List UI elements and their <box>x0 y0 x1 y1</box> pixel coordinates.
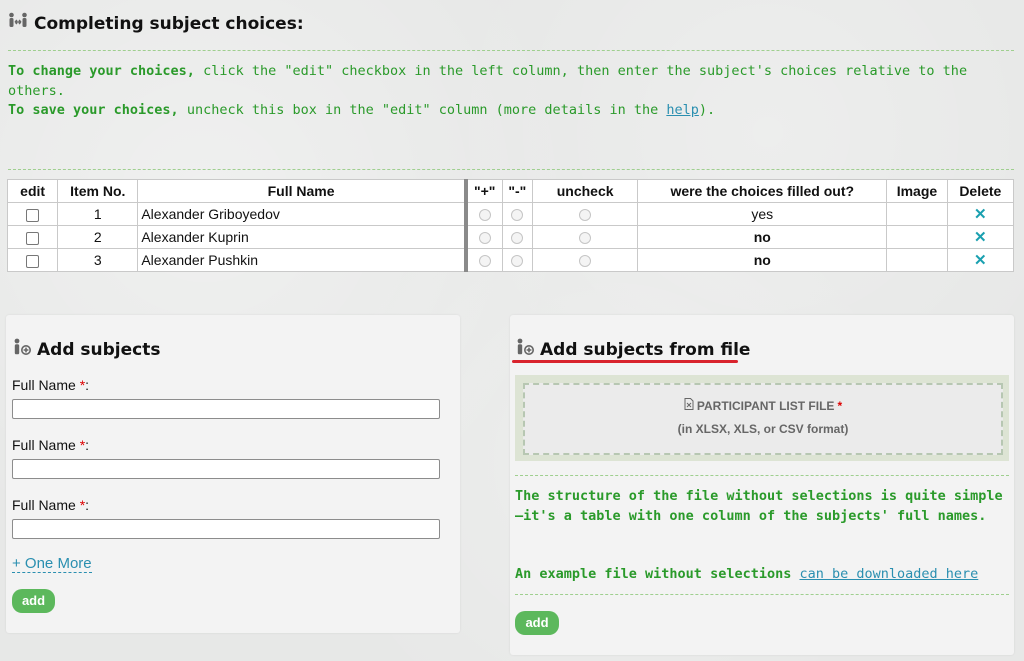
plus-cell <box>463 248 503 272</box>
col-delete: Delete <box>946 179 1015 203</box>
add-file-button[interactable]: add <box>515 611 559 635</box>
page-title-text: Completing subject choices: <box>34 13 304 34</box>
uncheck-radio[interactable] <box>579 255 592 268</box>
instructions: To change your choices, click the "edit"… <box>8 62 1008 121</box>
col-image: Image <box>886 179 948 203</box>
plus-radio[interactable] <box>478 209 491 222</box>
file-example-text: An example file without selections can b… <box>515 566 979 582</box>
col-minus: "-" <box>501 179 534 203</box>
divider <box>8 50 1014 51</box>
filled-cell: no <box>637 225 888 249</box>
subjects-table: edit Item No. Full Name "+" "-" uncheck … <box>6 179 1015 272</box>
person-add-icon <box>515 338 535 361</box>
file-dropzone[interactable]: PARTICIPANT LIST FILE * (in XLSX, XLS, or… <box>523 383 1003 455</box>
delete-icon[interactable]: ✕ <box>946 248 1015 272</box>
table-header-row: edit Item No. Full Name "+" "-" uncheck … <box>6 179 1015 203</box>
uncheck-cell <box>532 202 639 226</box>
delete-icon[interactable]: ✕ <box>946 202 1015 226</box>
edit-cell <box>6 248 59 272</box>
full-name-cell: Alexander Kuprin <box>137 225 467 249</box>
dropzone-label: PARTICIPANT LIST FILE * <box>525 398 1001 413</box>
table-row: 2 Alexander Kuprin no ✕ <box>6 225 1015 249</box>
add-subjects-panel: Add subjects Full Name *: Full Name *: F… <box>6 315 460 633</box>
full-name-input[interactable] <box>12 399 440 419</box>
edit-cell <box>6 225 59 249</box>
edit-checkbox[interactable] <box>26 231 40 245</box>
divider <box>515 475 1009 476</box>
people-arrows-icon <box>8 12 28 35</box>
full-name-input[interactable] <box>12 519 440 539</box>
add-from-file-title-text: Add subjects from file <box>540 339 751 360</box>
add-from-file-title: Add subjects from file <box>515 338 750 361</box>
col-plus: "+" <box>463 179 503 203</box>
download-example-link[interactable]: can be downloaded here <box>799 566 978 582</box>
add-from-file-panel: Add subjects from file PARTICIPANT LIST … <box>510 315 1014 655</box>
col-item-no: Item No. <box>57 179 139 203</box>
full-name-label: Full Name *: <box>12 377 90 393</box>
divider <box>8 169 1014 170</box>
instructions-change-bold: To change your choices, <box>8 63 195 79</box>
image-cell <box>886 225 948 249</box>
uncheck-cell <box>532 225 639 249</box>
full-name-label: Full Name *: <box>12 497 90 513</box>
minus-cell <box>501 202 534 226</box>
image-cell <box>886 248 948 272</box>
one-more-link[interactable]: + One More <box>12 555 92 573</box>
table-row: 3 Alexander Pushkin no ✕ <box>6 248 1015 272</box>
add-button[interactable]: add <box>12 589 55 613</box>
delete-icon[interactable]: ✕ <box>946 225 1015 249</box>
divider <box>515 594 1009 595</box>
add-subjects-title: Add subjects <box>12 338 160 361</box>
item-no-cell: 1 <box>57 202 139 226</box>
file-excel-icon <box>684 398 694 413</box>
full-name-label: Full Name *: <box>12 437 90 453</box>
minus-radio[interactable] <box>511 255 524 268</box>
full-name-cell: Alexander Griboyedov <box>137 202 467 226</box>
uncheck-radio[interactable] <box>579 232 592 245</box>
col-uncheck: uncheck <box>532 179 639 203</box>
page-title: Completing subject choices: <box>8 12 304 35</box>
edit-checkbox[interactable] <box>26 208 40 222</box>
minus-radio[interactable] <box>511 209 524 222</box>
col-full-name: Full Name <box>137 179 467 203</box>
item-no-cell: 2 <box>57 225 139 249</box>
item-no-cell: 3 <box>57 248 139 272</box>
col-choices-filled: were the choices filled out? <box>637 179 888 203</box>
minus-cell <box>501 248 534 272</box>
minus-cell <box>501 225 534 249</box>
full-name-cell: Alexander Pushkin <box>137 248 467 272</box>
edit-cell <box>6 202 59 226</box>
add-subjects-title-text: Add subjects <box>37 339 161 360</box>
col-edit: edit <box>6 179 59 203</box>
uncheck-cell <box>532 248 639 272</box>
filled-cell: yes <box>637 202 888 226</box>
person-add-icon <box>12 338 32 361</box>
dropzone-format: (in XLSX, XLS, or CSV format) <box>677 422 849 436</box>
instructions-save-text: uncheck this box in the "edit" column (m… <box>178 102 667 118</box>
plus-radio[interactable] <box>478 232 491 245</box>
plus-cell <box>463 202 503 226</box>
plus-cell <box>463 225 503 249</box>
dropzone-container: PARTICIPANT LIST FILE * (in XLSX, XLS, or… <box>515 375 1009 461</box>
table-row: 1 Alexander Griboyedov yes ✕ <box>6 202 1015 226</box>
minus-radio[interactable] <box>511 232 524 245</box>
plus-radio[interactable] <box>478 255 491 268</box>
image-cell <box>886 202 948 226</box>
instructions-save-end: ). <box>698 102 716 118</box>
title-underline <box>512 360 738 363</box>
instructions-save-bold: To save your choices, <box>8 102 179 118</box>
edit-checkbox[interactable] <box>26 254 40 268</box>
uncheck-radio[interactable] <box>579 209 592 222</box>
filled-cell: no <box>637 248 888 272</box>
help-link[interactable]: help <box>666 102 699 118</box>
file-structure-description: The structure of the file without select… <box>515 488 1003 524</box>
full-name-input[interactable] <box>12 459 440 479</box>
